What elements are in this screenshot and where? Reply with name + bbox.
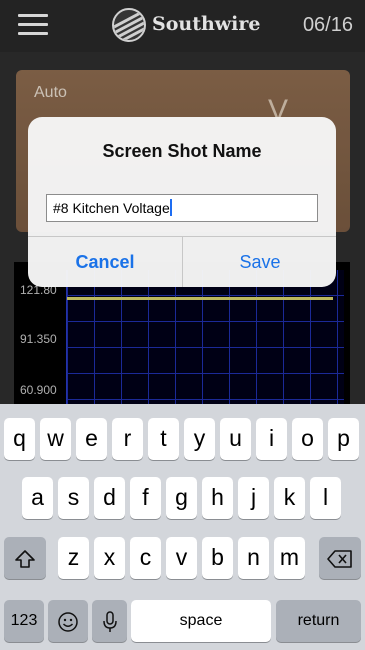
- key-a[interactable]: a: [22, 477, 53, 519]
- microphone-icon: [102, 611, 117, 632]
- cancel-button[interactable]: Cancel: [28, 237, 182, 287]
- screenshot-name-input[interactable]: #8 Kitchen Voltage: [46, 194, 318, 222]
- key-w[interactable]: w: [40, 418, 71, 460]
- emoji-key[interactable]: [48, 600, 88, 642]
- key-y[interactable]: y: [184, 418, 215, 460]
- key-d[interactable]: d: [94, 477, 125, 519]
- backspace-icon: [327, 550, 352, 568]
- key-v[interactable]: v: [166, 537, 197, 579]
- dialog-title: Screen Shot Name: [102, 141, 262, 161]
- save-button[interactable]: Save: [183, 237, 336, 287]
- key-i[interactable]: i: [256, 418, 287, 460]
- key-t[interactable]: t: [148, 418, 179, 460]
- key-p[interactable]: p: [328, 418, 359, 460]
- return-key[interactable]: return: [276, 600, 361, 642]
- key-z[interactable]: z: [58, 537, 89, 579]
- space-key[interactable]: space: [131, 600, 271, 642]
- key-n[interactable]: n: [238, 537, 269, 579]
- dictation-key[interactable]: [92, 600, 127, 642]
- key-m[interactable]: m: [274, 537, 305, 579]
- page-indicator: 06/16: [302, 14, 353, 36]
- emoji-icon: [58, 612, 78, 632]
- key-q[interactable]: q: [4, 418, 35, 460]
- key-k[interactable]: k: [274, 477, 305, 519]
- key-h[interactable]: h: [202, 477, 233, 519]
- key-x[interactable]: x: [94, 537, 125, 579]
- shift-key[interactable]: [4, 537, 46, 579]
- key-s[interactable]: s: [58, 477, 89, 519]
- on-screen-keyboard: q w e r t y u i o p a s d f g h j k l z …: [0, 404, 365, 650]
- numbers-key[interactable]: 123: [4, 600, 44, 642]
- text-cursor: [169, 199, 172, 216]
- key-o[interactable]: o: [292, 418, 323, 460]
- key-r[interactable]: r: [112, 418, 143, 460]
- key-e[interactable]: e: [76, 418, 107, 460]
- backspace-key[interactable]: [319, 537, 361, 579]
- key-b[interactable]: b: [202, 537, 233, 579]
- key-u[interactable]: u: [220, 418, 251, 460]
- screenshot-name-dialog: Screen Shot Name #8 Kitchen Voltage Canc…: [28, 117, 336, 287]
- key-g[interactable]: g: [166, 477, 197, 519]
- app-header: Southwire 06/16: [0, 0, 365, 52]
- brand-logo: Southwire: [112, 8, 260, 42]
- key-l[interactable]: l: [310, 477, 341, 519]
- key-j[interactable]: j: [238, 477, 269, 519]
- key-f[interactable]: f: [130, 477, 161, 519]
- input-value: #8 Kitchen Voltage: [53, 200, 170, 216]
- southwire-logo-icon: [112, 8, 146, 42]
- menu-icon[interactable]: [18, 14, 48, 36]
- shift-icon: [15, 550, 35, 568]
- brand-name: Southwire: [152, 13, 261, 35]
- key-c[interactable]: c: [130, 537, 161, 579]
